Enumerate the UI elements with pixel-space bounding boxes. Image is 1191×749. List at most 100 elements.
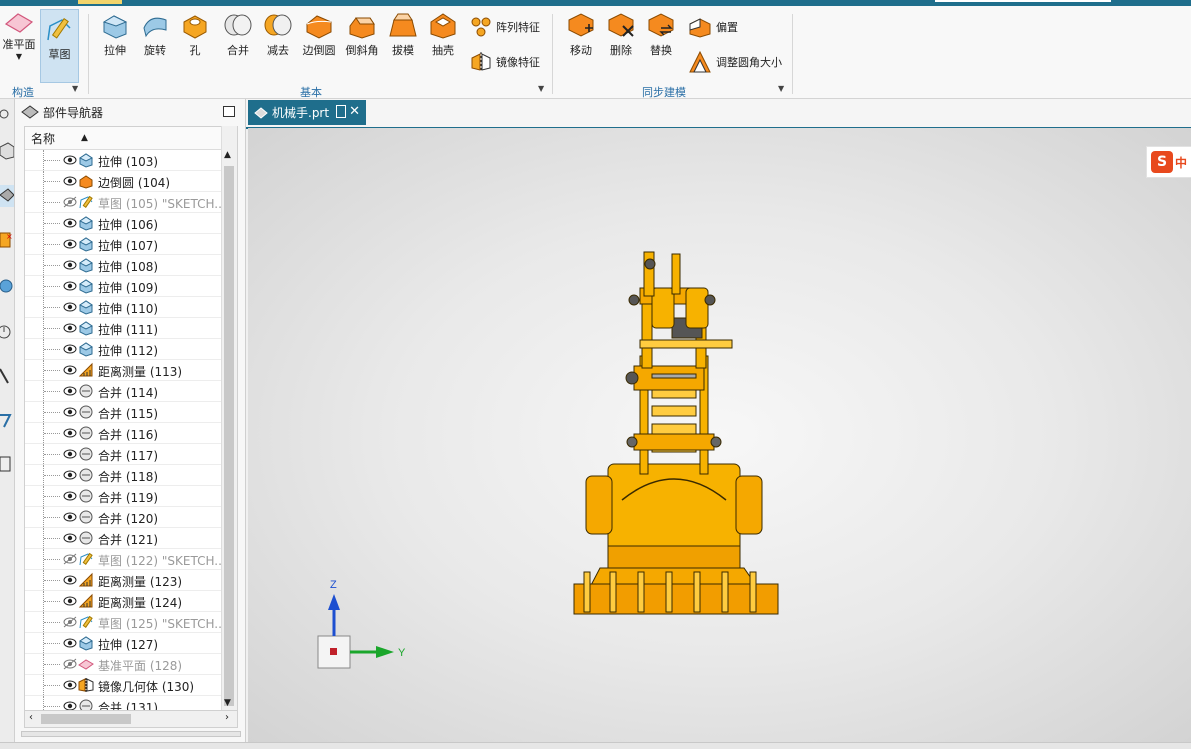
sort-ascending-icon[interactable]: ▲ (81, 133, 88, 143)
scroll-down-icon[interactable]: ▼ (224, 698, 231, 708)
visibility-eye-icon[interactable] (63, 301, 77, 313)
assembly-navigator-icon[interactable] (0, 139, 15, 161)
feature-row[interactable]: 合并 (115) (25, 402, 237, 423)
feature-row[interactable]: 拉伸 (106) (25, 213, 237, 234)
robot-arm-model[interactable] (573, 251, 779, 615)
visibility-eye-icon[interactable] (63, 511, 77, 523)
process-studio-icon[interactable] (0, 409, 14, 431)
feature-row[interactable]: 镜像几何体 (130) (25, 675, 237, 696)
column-header-name[interactable]: 名称 ▲ (25, 127, 237, 150)
pattern-feature-button[interactable]: 阵列特征 (470, 16, 540, 38)
feature-row[interactable]: 拉伸 (110) (25, 297, 237, 318)
visibility-eye-icon[interactable] (63, 406, 77, 418)
edge-blend-button[interactable]: 边倒圆 (299, 10, 339, 58)
pin-tab-icon[interactable] (336, 105, 346, 118)
scroll-up-icon[interactable]: ▲ (224, 150, 231, 160)
reuse-library-icon[interactable]: × (0, 229, 14, 251)
feature-row[interactable]: 拉伸 (112) (25, 339, 237, 360)
feature-row[interactable]: 合并 (116) (25, 423, 237, 444)
datum-plane-dropdown-icon[interactable]: ▼ (0, 52, 38, 61)
visibility-eye-icon[interactable] (63, 259, 77, 271)
revolve-button[interactable]: 旋转 (136, 10, 174, 58)
draft-button[interactable]: 拔模 (384, 10, 422, 58)
visibility-eye-icon[interactable] (63, 175, 77, 187)
visibility-eye-icon[interactable] (63, 154, 77, 166)
visibility-eye-icon[interactable] (63, 532, 77, 544)
visibility-eye-icon[interactable] (63, 280, 77, 292)
horizontal-scroll-thumb[interactable] (41, 714, 131, 724)
settings-icon[interactable] (0, 103, 14, 125)
construct-group-more-icon[interactable]: ▼ (72, 84, 78, 93)
feature-row[interactable]: 合并 (118) (25, 465, 237, 486)
system-materials-icon[interactable] (0, 365, 14, 387)
visibility-eye-icon[interactable] (63, 385, 77, 397)
sync-group-more-icon[interactable]: ▼ (778, 84, 784, 93)
shell-button[interactable]: 抽壳 (423, 10, 463, 58)
horizontal-scrollbar[interactable]: ‹ › (24, 710, 238, 728)
feature-row[interactable]: 边倒圆 (104) (25, 171, 237, 192)
feature-row[interactable]: 拉伸 (108) (25, 255, 237, 276)
history-icon[interactable] (0, 321, 14, 343)
feature-row[interactable]: 草图 (105) "SKETCH... (25, 192, 237, 213)
feature-row[interactable]: 拉伸 (111) (25, 318, 237, 339)
command-search-field[interactable] (935, 0, 1111, 2)
resize-blend-button[interactable]: 调整圆角大小 (688, 50, 782, 74)
visibility-eye-icon[interactable] (63, 322, 77, 334)
scroll-right-icon[interactable]: › (225, 712, 229, 723)
feature-row[interactable]: 草图 (125) "SKETCH... (25, 612, 237, 633)
roles-icon[interactable] (0, 453, 14, 475)
visibility-eye-icon[interactable] (63, 217, 77, 229)
move-face-button[interactable]: 移动 (561, 10, 601, 58)
feature-row[interactable]: 拉伸 (109) (25, 276, 237, 297)
extrude-button[interactable]: 拉伸 (96, 10, 134, 58)
datum-plane-button[interactable]: 准平面 ▼ (0, 10, 38, 61)
offset-face-button[interactable]: 偏置 (688, 16, 738, 38)
feature-row[interactable]: 基准平面 (128) (25, 654, 237, 675)
replace-face-button[interactable]: 替换 (641, 10, 681, 58)
scroll-left-icon[interactable]: ‹ (29, 712, 33, 723)
visibility-eye-icon[interactable] (63, 364, 77, 376)
graphics-window[interactable]: S 中 Z Y (248, 128, 1191, 742)
subtract-button[interactable]: 减去 (258, 10, 298, 58)
feature-row[interactable]: 距离测量 (123) (25, 570, 237, 591)
delete-face-button[interactable]: 删除 (601, 10, 641, 58)
feature-row[interactable]: 距离测量 (124) (25, 591, 237, 612)
feature-row[interactable]: 合并 (117) (25, 444, 237, 465)
feature-row[interactable]: 合并 (120) (25, 507, 237, 528)
visibility-eye-icon[interactable] (63, 343, 77, 355)
part-navigator-icon[interactable] (0, 185, 15, 207)
visibility-eye-icon[interactable] (63, 574, 77, 586)
visibility-eye-icon[interactable] (63, 637, 77, 649)
view-triad[interactable]: Z Y (317, 579, 406, 669)
feature-row[interactable]: 拉伸 (107) (25, 234, 237, 255)
hidden-eye-icon[interactable] (63, 658, 77, 670)
web-browser-icon[interactable] (0, 275, 14, 297)
feature-row[interactable]: 草图 (122) "SKETCH... (25, 549, 237, 570)
feature-row[interactable]: 拉伸 (103) (25, 150, 237, 171)
feature-row[interactable]: 合并 (119) (25, 486, 237, 507)
panel-splitter[interactable] (21, 731, 241, 737)
close-tab-icon[interactable]: ✕ (349, 104, 360, 119)
feature-row[interactable]: 拉伸 (127) (25, 633, 237, 654)
document-tab[interactable]: 机械手.prt ✕ (248, 100, 366, 125)
maximize-button[interactable] (223, 106, 235, 117)
visibility-eye-icon[interactable] (63, 490, 77, 502)
vertical-scrollbar[interactable]: ▲ ▼ (221, 126, 237, 710)
visibility-eye-icon[interactable] (63, 427, 77, 439)
visibility-eye-icon[interactable] (63, 679, 77, 691)
sketch-button[interactable]: 草图 (40, 9, 79, 83)
visibility-eye-icon[interactable] (63, 238, 77, 250)
feature-row[interactable]: 合并 (114) (25, 381, 237, 402)
feature-row[interactable]: 合并 (121) (25, 528, 237, 549)
visibility-eye-icon[interactable] (63, 595, 77, 607)
vertical-scroll-thumb[interactable] (224, 166, 234, 706)
hidden-eye-icon[interactable] (63, 616, 77, 628)
feature-row[interactable]: 距离测量 (113) (25, 360, 237, 381)
hole-button[interactable]: 孔 (176, 10, 214, 58)
unite-button[interactable]: 合并 (218, 10, 258, 58)
hidden-eye-icon[interactable] (63, 553, 77, 565)
hidden-eye-icon[interactable] (63, 196, 77, 208)
mirror-feature-button[interactable]: 镜像特征 (470, 50, 540, 74)
basic-group-more-icon[interactable]: ▼ (538, 84, 544, 93)
visibility-eye-icon[interactable] (63, 469, 77, 481)
